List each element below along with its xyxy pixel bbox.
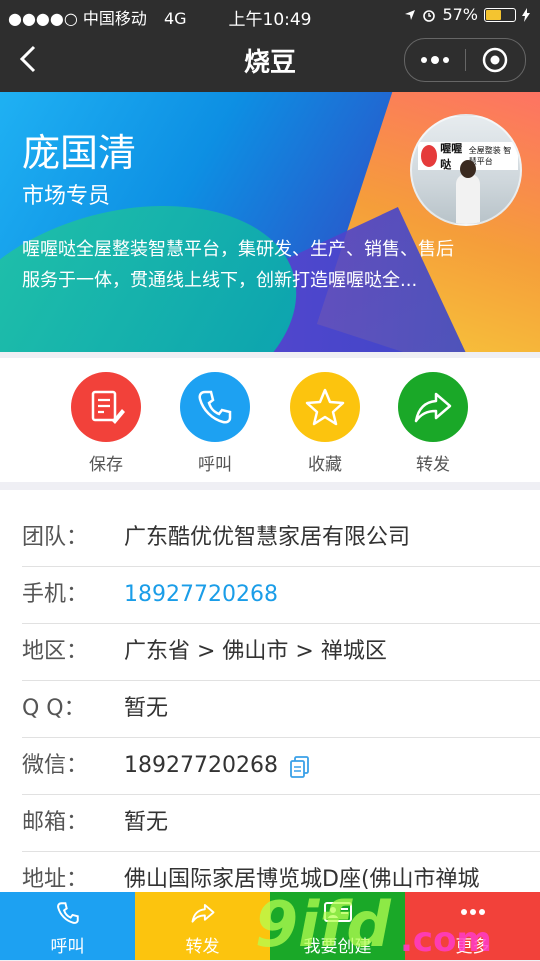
region-value: 广东省 > 佛山市 > 禅城区 bbox=[124, 639, 387, 664]
charging-icon bbox=[522, 7, 530, 22]
more-menu-button[interactable] bbox=[405, 39, 465, 81]
save-icon bbox=[91, 390, 125, 424]
qq-value: 暂无 bbox=[124, 696, 169, 721]
address-value: 佛山国际家居博览城D座(佛山市禅城 bbox=[124, 867, 480, 892]
location-icon bbox=[405, 9, 416, 20]
description-line: 喔喔哒全屋整装智慧平台，集研发、生产、销售、售后 bbox=[22, 239, 454, 260]
team-value: 广东酷优优智慧家居有限公司 bbox=[124, 525, 411, 550]
address-row: 地址： 佛山国际家居博览城D座(佛山市禅城 bbox=[22, 852, 540, 892]
brand-logo-icon bbox=[421, 145, 438, 167]
watermark-text: 9ifd bbox=[255, 888, 391, 961]
save-label: 保存 bbox=[89, 455, 123, 475]
status-bar: ●●●●○ 中国移动 4G 上午10:49 57% bbox=[0, 0, 540, 30]
email-key: 邮箱： bbox=[22, 810, 89, 835]
bottom-call-label: 呼叫 bbox=[50, 937, 85, 957]
avatar-sign-text: 全屋整装 智慧平台 bbox=[468, 146, 512, 166]
bottom-forward-label: 转发 bbox=[185, 937, 220, 957]
forward-icon bbox=[191, 904, 214, 923]
mini-program-capsule bbox=[404, 38, 526, 82]
profile-banner: 庞国清 市场专员 喔喔哒全屋整装智慧平台，集研发、生产、销售、售后 服务于一体，… bbox=[0, 92, 540, 352]
target-circle-icon bbox=[483, 47, 508, 73]
alarm-icon bbox=[423, 9, 436, 22]
wechat-value: 18927720268 bbox=[124, 753, 278, 778]
action-row: 保存 呼叫 收藏 转发 bbox=[0, 358, 540, 482]
save-button[interactable]: 保存 bbox=[51, 372, 161, 475]
profile-name: 庞国清 bbox=[22, 131, 137, 175]
close-mini-program-button[interactable] bbox=[466, 39, 526, 81]
phone-row: 手机： 18927720268 bbox=[22, 567, 540, 624]
status-right: 57% bbox=[404, 5, 530, 24]
phone-link[interactable]: 18927720268 bbox=[124, 567, 278, 623]
bottom-forward-button[interactable]: 转发 bbox=[135, 892, 270, 960]
favorite-button[interactable]: 收藏 bbox=[270, 372, 380, 475]
region-row: 地区： 广东省 > 佛山市 > 禅城区 bbox=[22, 624, 540, 681]
forward-button[interactable]: 转发 bbox=[378, 372, 488, 475]
forward-label: 转发 bbox=[416, 455, 450, 475]
watermark: 9ifd bbox=[255, 888, 391, 961]
watermark-suffix-text: .com bbox=[400, 920, 492, 960]
description-line: 服务于一体，贯通线上线下，创新打造喔喔哒全... bbox=[22, 270, 418, 291]
star-icon bbox=[305, 388, 345, 426]
qq-key: Q Q： bbox=[22, 696, 86, 721]
team-row: 团队： 广东酷优优智慧家居有限公司 bbox=[22, 510, 540, 567]
favorite-label: 收藏 bbox=[308, 455, 342, 475]
profile-position: 市场专员 bbox=[22, 184, 111, 209]
wechat-row: 微信： 18927720268 bbox=[22, 738, 540, 795]
email-value: 暂无 bbox=[124, 810, 169, 835]
copy-icon[interactable] bbox=[290, 756, 310, 778]
call-label: 呼叫 bbox=[198, 455, 232, 475]
team-key: 团队： bbox=[22, 525, 89, 550]
avatar[interactable]: 喔喔哒 全屋整装 智慧平台 bbox=[410, 114, 522, 226]
watermark-suffix: .com bbox=[400, 920, 492, 960]
contact-info-list: 团队： 广东酷优优智慧家居有限公司 手机： 18927720268 地区： 广东… bbox=[0, 490, 540, 892]
profile-description: 喔喔哒全屋整装智慧平台，集研发、生产、销售、售后 服务于一体，贯通线上线下，创新… bbox=[22, 234, 522, 296]
bottom-call-button[interactable]: 呼叫 bbox=[0, 892, 135, 960]
more-dots-icon bbox=[420, 56, 449, 64]
forward-icon bbox=[414, 392, 452, 423]
battery-percent: 57% bbox=[442, 5, 478, 24]
phone-icon bbox=[198, 390, 232, 424]
top-bar: ●●●●○ 中国移动 4G 上午10:49 57% 烧豆 bbox=[0, 0, 540, 92]
wechat-key: 微信： bbox=[22, 753, 89, 778]
phone-key: 手机： bbox=[22, 582, 89, 607]
call-button[interactable]: 呼叫 bbox=[160, 372, 270, 475]
email-row: 邮箱： 暂无 bbox=[22, 795, 540, 852]
battery-icon bbox=[484, 7, 516, 22]
phone-icon bbox=[56, 902, 79, 924]
qq-row: Q Q： 暂无 bbox=[22, 681, 540, 738]
region-key: 地区： bbox=[22, 639, 89, 664]
address-key: 地址： bbox=[22, 867, 89, 892]
